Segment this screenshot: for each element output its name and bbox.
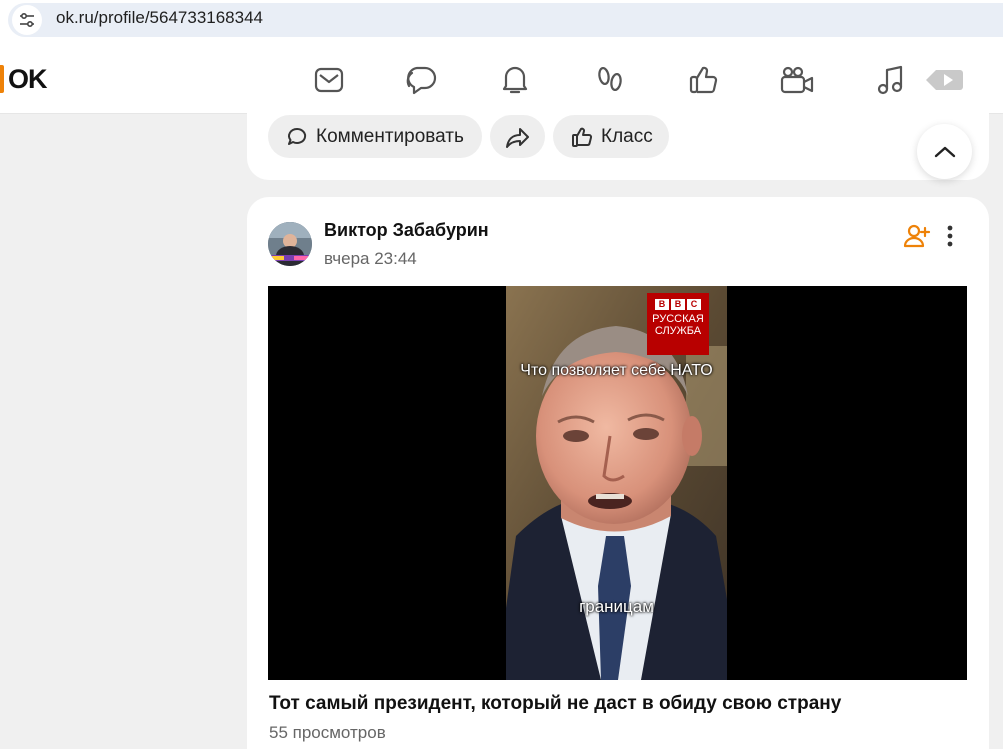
post-menu-button[interactable]: [938, 222, 962, 250]
nav-play-button[interactable]: [924, 60, 964, 100]
like-icon: [689, 66, 718, 94]
comment-label: Комментировать: [316, 125, 464, 147]
bell-icon: [502, 66, 528, 94]
bbc-letter: B: [671, 299, 685, 310]
scroll-to-top-button[interactable]: [917, 124, 972, 179]
add-friend-button[interactable]: [903, 222, 931, 250]
author-name[interactable]: Виктор Забабурин: [324, 220, 489, 241]
chevron-up-icon: [934, 146, 955, 157]
post-time[interactable]: вчера 23:44: [324, 249, 417, 269]
bbc-russian-logo: B B C РУССКАЯ СЛУЖБА: [647, 293, 709, 355]
logo-accent: [0, 65, 4, 93]
ok-logo[interactable]: OK: [0, 62, 47, 96]
nav-messages-button[interactable]: [309, 60, 349, 100]
video-subtitle-bottom: границам: [579, 597, 654, 616]
guests-icon: [598, 66, 622, 92]
browser-address-bar: ok.ru/profile/564733168344: [0, 0, 1003, 44]
share-button[interactable]: [490, 115, 545, 158]
mail-icon: [314, 67, 344, 93]
bbc-line-1: РУССКАЯ: [652, 313, 704, 325]
video-camera-icon: [780, 66, 814, 94]
comment-icon: [288, 127, 307, 145]
share-icon: [505, 127, 529, 148]
nav-guests-button[interactable]: [590, 60, 630, 100]
nav-discussions-button[interactable]: [402, 60, 442, 100]
url-text[interactable]: ok.ru/profile/564733168344: [56, 8, 263, 28]
music-icon: [877, 65, 903, 95]
avatar-image: [268, 222, 312, 266]
author-avatar[interactable]: [268, 222, 312, 266]
video-frame: B B C РУССКАЯ СЛУЖБА Что позволяет себе …: [506, 286, 727, 680]
video-player[interactable]: B B C РУССКАЯ СЛУЖБА Что позволяет себе …: [268, 286, 967, 680]
nav-video-button[interactable]: [777, 60, 817, 100]
class-label: Класс: [601, 125, 653, 147]
more-vertical-icon: [947, 225, 953, 247]
site-info-button[interactable]: [12, 5, 42, 35]
play-icon: [926, 70, 963, 90]
add-friend-icon: [903, 224, 931, 248]
logo-text: OK: [8, 63, 47, 94]
bbc-letter: C: [687, 299, 701, 310]
post-title[interactable]: Тот самый президент, который не даст в о…: [269, 693, 841, 715]
video-subtitle-top: Что позволяет себе НАТО: [520, 362, 713, 379]
nav-music-button[interactable]: [870, 60, 910, 100]
class-button[interactable]: Класс: [553, 115, 669, 158]
bbc-letter: B: [655, 299, 669, 310]
like-icon: [572, 127, 593, 147]
view-count: 55 просмотров: [269, 723, 386, 742]
nav-notifications-button[interactable]: [495, 60, 535, 100]
bbc-line-2: СЛУЖБА: [654, 325, 702, 337]
chat-icon: [406, 66, 437, 95]
tune-icon: [20, 12, 34, 28]
comment-button[interactable]: Комментировать: [268, 115, 482, 158]
nav-events-button[interactable]: [684, 60, 724, 100]
